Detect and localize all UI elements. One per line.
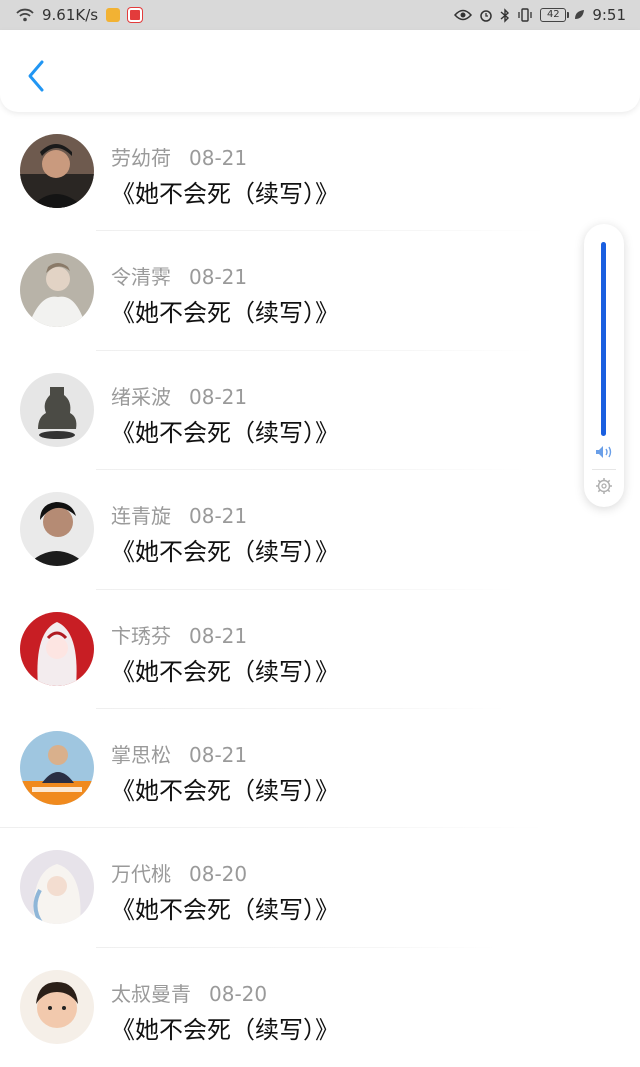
post-date: 08-21 xyxy=(189,265,248,290)
avatar[interactable] xyxy=(20,969,94,1044)
clock: 9:51 xyxy=(592,6,626,24)
speaker-icon[interactable] xyxy=(594,444,614,464)
gear-icon[interactable] xyxy=(595,477,613,499)
list-item[interactable]: 万代桃 08-20 《她不会死（续写）》 xyxy=(0,828,640,948)
author-name: 令清霁 xyxy=(111,265,171,290)
item-title[interactable]: 《她不会死（续写）》 xyxy=(111,532,339,567)
list-item[interactable]: 连青旋 08-21 《她不会死（续写）》 xyxy=(0,470,640,590)
avatar[interactable] xyxy=(20,134,94,208)
post-date: 08-20 xyxy=(209,981,268,1006)
leaf-icon xyxy=(573,9,585,21)
post-date: 08-21 xyxy=(189,623,248,648)
wifi-icon xyxy=(16,8,34,22)
network-speed: 9.61K/s xyxy=(42,6,99,24)
item-meta: 太叔曼青 08-20 xyxy=(111,978,267,1007)
divider xyxy=(592,469,616,470)
author-name: 绪采波 xyxy=(111,384,171,409)
app-notification-icon xyxy=(128,8,143,22)
avatar[interactable] xyxy=(20,372,94,447)
list-item[interactable]: 掌思松 08-21 《她不会死（续写）》 xyxy=(0,709,640,829)
vibrate-icon xyxy=(517,8,533,22)
avatar[interactable] xyxy=(20,611,94,686)
item-title[interactable]: 《她不会死（续写）》 xyxy=(111,890,339,925)
author-name: 劳幼荷 xyxy=(111,146,171,170)
item-meta: 绪采波 08-21 xyxy=(111,381,247,410)
back-button[interactable] xyxy=(18,56,54,96)
list-item[interactable]: 劳幼荷 08-21 《她不会死（续写）》 xyxy=(0,112,640,232)
author-name: 连青旋 xyxy=(111,504,171,529)
post-date: 08-20 xyxy=(189,862,248,887)
post-date: 08-21 xyxy=(189,384,248,409)
item-title[interactable]: 《她不会死（续写）》 xyxy=(111,652,339,687)
avatar[interactable] xyxy=(20,730,94,805)
post-date: 08-21 xyxy=(189,504,248,529)
avatar[interactable] xyxy=(20,253,94,328)
author-name: 太叔曼青 xyxy=(111,981,191,1006)
chevron-left-icon xyxy=(28,60,44,92)
list-item[interactable]: 卞琇芬 08-21 《她不会死（续写）》 xyxy=(0,590,640,709)
volume-panel xyxy=(584,224,624,507)
item-title[interactable]: 《她不会死（续写）》 xyxy=(111,174,339,209)
author-name: 万代桃 xyxy=(111,862,171,887)
list-item[interactable]: 太叔曼青 08-20 《她不会死（续写）》 xyxy=(0,948,640,1067)
volume-level-fill xyxy=(601,242,606,436)
eye-icon xyxy=(454,9,473,21)
volume-slider[interactable] xyxy=(601,242,606,436)
battery-level: 42 xyxy=(546,9,560,20)
item-title[interactable]: 《她不会死（续写）》 xyxy=(111,293,339,328)
avatar[interactable] xyxy=(20,850,94,925)
list-item[interactable]: 绪采波 08-21 《她不会死（续写）》 xyxy=(0,351,640,471)
item-meta: 卞琇芬 08-21 xyxy=(111,620,247,649)
item-meta: 劳幼荷 08-21 xyxy=(111,142,247,171)
comment-list: 劳幼荷 08-21 《她不会死（续写）》 令清霁 08-21 《她不会死（续写）… xyxy=(0,112,640,1067)
item-meta: 连青旋 08-21 xyxy=(111,500,247,529)
author-name: 卞琇芬 xyxy=(111,623,171,648)
list-item[interactable]: 令清霁 08-21 《她不会死（续写）》 xyxy=(0,231,640,351)
author-name: 掌思松 xyxy=(111,742,171,767)
item-meta: 令清霁 08-21 xyxy=(111,261,247,290)
post-date: 08-21 xyxy=(189,742,248,767)
item-title[interactable]: 《她不会死（续写）》 xyxy=(111,1010,339,1045)
item-meta: 掌思松 08-21 xyxy=(111,739,247,768)
header xyxy=(0,30,640,112)
post-date: 08-21 xyxy=(189,146,248,170)
status-bar: 9.61K/s 42 9:51 xyxy=(0,0,640,30)
avatar[interactable] xyxy=(20,492,94,567)
item-title[interactable]: 《她不会死（续写）》 xyxy=(111,413,339,448)
app-notification-icon xyxy=(106,8,121,22)
item-title[interactable]: 《她不会死（续写）》 xyxy=(111,771,339,806)
item-meta: 万代桃 08-20 xyxy=(111,858,247,887)
battery-icon: 42 xyxy=(540,8,570,22)
bluetooth-icon xyxy=(500,7,510,23)
alarm-icon xyxy=(479,8,493,22)
